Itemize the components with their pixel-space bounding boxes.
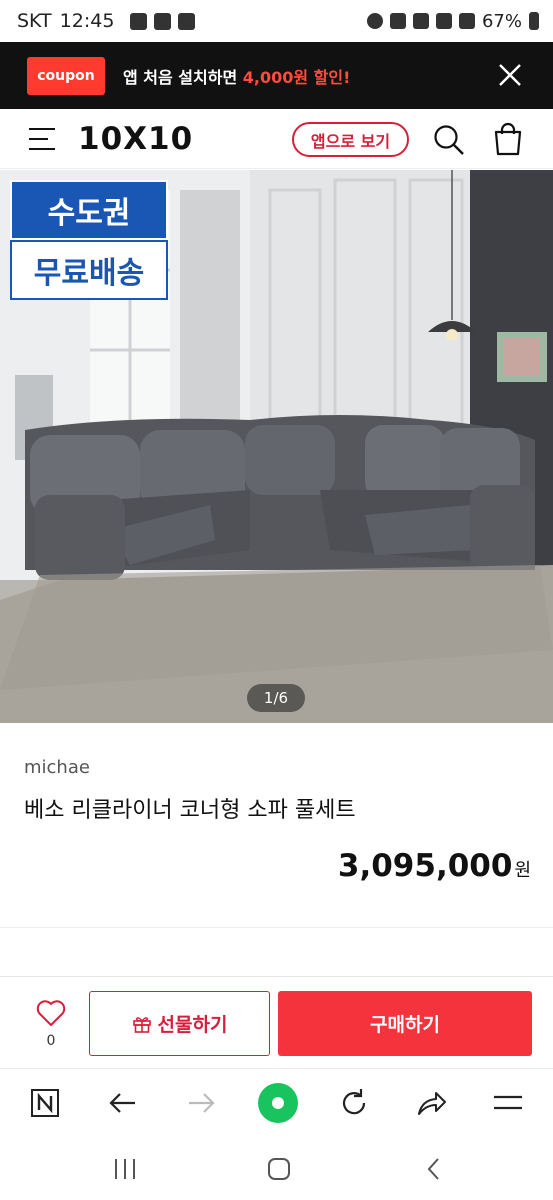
coupon-text-highlight: 4,000원 할인! <box>242 67 351 87</box>
gift-button[interactable]: 선물하기 <box>89 991 270 1056</box>
heart-icon <box>36 1000 66 1026</box>
status-right: 67% <box>366 10 539 32</box>
divider <box>0 927 553 928</box>
system-nav-bar <box>0 1137 553 1200</box>
badge-free-shipping: 무료배송 <box>10 240 168 300</box>
buy-button[interactable]: 구매하기 <box>278 991 532 1056</box>
buy-button-label: 구매하기 <box>370 1014 440 1036</box>
recent-apps-icon[interactable] <box>111 1155 139 1183</box>
price-currency: 원 <box>514 860 531 881</box>
product-brand[interactable]: michae <box>24 757 90 778</box>
purchase-bar: 0 선물하기 구매하기 <box>0 977 553 1068</box>
browser-home-icon[interactable] <box>257 1082 299 1124</box>
refresh-icon[interactable] <box>337 1086 371 1120</box>
status-left: SKT 12:45 <box>17 10 196 32</box>
carrier-label: SKT <box>17 10 52 32</box>
menu-icon[interactable] <box>28 126 56 152</box>
badge-region: 수도권 <box>10 180 168 240</box>
status-bar: SKT 12:45 67% <box>0 0 553 42</box>
image-counter: 1/6 <box>247 684 305 712</box>
bluetooth-icon <box>389 13 406 29</box>
free-shipping-badge: 수도권 무료배송 <box>10 180 168 300</box>
price-value: 3,095,000 <box>337 848 513 884</box>
product-title: 베소 리클라이너 코너형 소파 풀세트 <box>24 798 356 823</box>
coupon-text-main: 앱 처음 설치하면 <box>123 67 243 87</box>
back-arrow-icon[interactable] <box>106 1086 140 1120</box>
search-icon[interactable] <box>433 124 465 156</box>
notification-icons <box>130 12 196 30</box>
clock: 12:45 <box>59 10 115 32</box>
close-icon[interactable] <box>497 62 523 88</box>
coupon-text: 앱 처음 설치하면 4,000원 할인! <box>123 64 350 88</box>
app-notification-icon <box>154 12 172 30</box>
alarm-icon <box>366 13 383 29</box>
coupon-badge: coupon <box>27 56 105 95</box>
home-icon[interactable] <box>265 1155 293 1183</box>
battery-percent: 67% <box>481 10 522 32</box>
browser-toolbar <box>0 1068 553 1137</box>
battery-icon <box>529 12 539 30</box>
wishlist-count: 0 <box>46 1033 56 1049</box>
share-icon[interactable] <box>414 1086 448 1120</box>
gift-icon <box>132 1016 151 1033</box>
5g-icon <box>435 13 452 29</box>
product-price: 3,095,000 원 <box>338 848 531 884</box>
more-menu-icon[interactable] <box>491 1086 525 1120</box>
wishlist-button[interactable]: 0 <box>28 997 74 1057</box>
site-logo[interactable]: 10X10 <box>78 121 193 157</box>
mute-icon <box>412 13 429 29</box>
open-app-button[interactable]: 앱으로 보기 <box>292 122 409 157</box>
naver-home-icon[interactable] <box>28 1086 62 1120</box>
app-notification-icon-2 <box>178 12 196 30</box>
coupon-banner[interactable]: coupon 앱 처음 설치하면 4,000원 할인! <box>0 42 553 109</box>
back-icon[interactable] <box>420 1155 448 1183</box>
product-image-carousel[interactable]: 수도권 무료배송 1/6 <box>0 170 553 723</box>
gallery-notification-icon <box>130 12 148 30</box>
shopping-bag-icon[interactable] <box>492 122 524 156</box>
site-header: 10X10 앱으로 보기 <box>0 109 553 169</box>
signal-icon <box>458 13 475 29</box>
gift-button-label: 선물하기 <box>157 1014 228 1036</box>
forward-arrow-icon[interactable] <box>184 1086 218 1120</box>
